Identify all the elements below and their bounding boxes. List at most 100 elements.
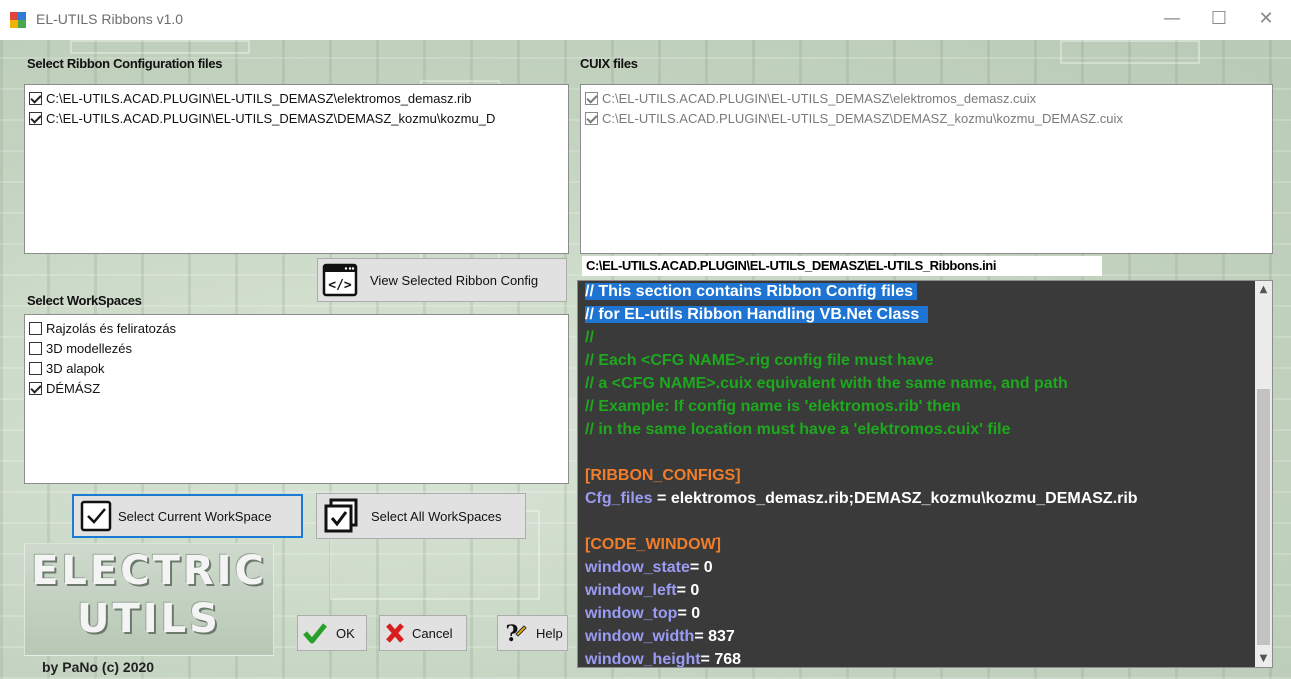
cancel-button[interactable]: Cancel xyxy=(379,615,467,651)
select-current-workspace-label: Select Current WorkSpace xyxy=(118,508,272,524)
ini-separator: = xyxy=(677,605,692,622)
circuit-decoration xyxy=(70,40,250,54)
svg-text:</>: </> xyxy=(328,278,352,293)
select-all-workspaces-button[interactable]: Select All WorkSpaces xyxy=(316,493,526,539)
ini-line xyxy=(578,511,1272,534)
list-item[interactable]: C:\EL-UTILS.ACAD.PLUGIN\EL-UTILS_DEMASZ\… xyxy=(25,88,568,108)
app-icon xyxy=(10,12,26,28)
view-ribbon-config-label: View Selected Ribbon Config xyxy=(370,272,539,288)
list-item[interactable]: DÉMÁSZ xyxy=(25,378,568,398)
electric-utils-logo: ELECTRIC UTILS xyxy=(24,543,274,656)
ini-value: 768 xyxy=(714,651,742,668)
list-item-text: Rajzolás és feliratozás xyxy=(46,320,177,336)
ini-value: elektromos_demasz.rib;DEMASZ_kozmu\kozmu… xyxy=(670,490,1138,507)
ini-line: window_state= 0 xyxy=(578,557,1272,580)
cancel-label: Cancel xyxy=(412,625,453,641)
multi-checkbox-icon xyxy=(324,498,358,533)
ini-separator: = xyxy=(676,582,691,599)
checkmark-icon xyxy=(303,623,327,644)
ini-comment: // This section contains Ribbon Config f… xyxy=(585,283,918,300)
ini-line: // Example: If config name is 'elektromo… xyxy=(578,396,1272,419)
logo-line-1: ELECTRIC xyxy=(31,548,267,594)
list-item[interactable]: 3D alapok xyxy=(25,358,568,378)
ini-comment: // Each <CFG NAME>.rig config file must … xyxy=(585,352,934,369)
scroll-down-icon[interactable]: ▼ xyxy=(1255,650,1272,667)
ini-line: Cfg_files = elektromos_demasz.rib;DEMASZ… xyxy=(578,488,1272,511)
ini-key: window_left xyxy=(585,582,677,599)
ini-file-path: C:\EL-UTILS.ACAD.PLUGIN\EL-UTILS_DEMASZ\… xyxy=(582,256,1102,276)
credit-text: by PaNo (c) 2020 xyxy=(42,659,155,675)
ini-key: window_height xyxy=(585,651,701,668)
client-area: Select Ribbon Configuration files C:\EL-… xyxy=(0,40,1291,679)
ini-value: 837 xyxy=(708,628,735,645)
checkbox-checked-icon xyxy=(80,500,112,532)
red-x-icon xyxy=(386,623,404,643)
ini-line: window_left= 0 xyxy=(578,580,1272,603)
ini-separator: = xyxy=(700,651,715,668)
ini-separator: = xyxy=(689,559,704,576)
ini-line: [RIBBON_CONFIGS] xyxy=(578,465,1272,488)
help-button[interactable]: ? Help xyxy=(497,615,568,651)
ini-line: // a <CFG NAME>.cuix equivalent with the… xyxy=(578,373,1272,396)
ini-line: window_width= 837 xyxy=(578,626,1272,649)
list-item[interactable]: Rajzolás és feliratozás xyxy=(25,318,568,338)
list-item-text: C:\EL-UTILS.ACAD.PLUGIN\EL-UTILS_DEMASZ\… xyxy=(46,110,496,126)
ini-line: // for EL-utils Ribbon Handling VB.Net C… xyxy=(578,304,1272,327)
help-question-icon: ? xyxy=(506,621,527,646)
checkbox-icon[interactable] xyxy=(29,341,42,355)
maximize-button[interactable]: ☐ xyxy=(1196,0,1242,40)
ini-value: 0 xyxy=(703,559,713,576)
ini-comment: // a <CFG NAME>.cuix equivalent with the… xyxy=(585,375,1068,392)
ini-section: [CODE_WINDOW] xyxy=(585,536,721,553)
ini-line: // This section contains Ribbon Config f… xyxy=(578,281,1272,304)
ok-button[interactable]: OK xyxy=(297,615,367,651)
logo-line-2: UTILS xyxy=(77,596,221,642)
ini-code-editor[interactable]: // This section contains Ribbon Config f… xyxy=(577,280,1273,668)
ini-value: 0 xyxy=(690,582,700,599)
checkbox-checked-icon[interactable] xyxy=(585,111,598,125)
ini-line: window_height= 768 xyxy=(578,649,1272,668)
ini-code-lines: // This section contains Ribbon Config f… xyxy=(578,281,1272,668)
ini-value: 0 xyxy=(691,605,701,622)
window-title: EL-UTILS Ribbons v1.0 xyxy=(36,11,184,27)
title-bar[interactable]: EL-UTILS Ribbons v1.0 — ☐ ✕ xyxy=(0,0,1291,40)
checkbox-icon[interactable] xyxy=(29,361,42,375)
view-ribbon-config-button[interactable]: </> View Selected Ribbon Config xyxy=(317,258,567,302)
close-button[interactable]: ✕ xyxy=(1243,0,1289,40)
list-item[interactable]: C:\EL-UTILS.ACAD.PLUGIN\EL-UTILS_DEMASZ\… xyxy=(581,108,1272,128)
select-current-workspace-button[interactable]: Select Current WorkSpace xyxy=(72,494,303,538)
ini-comment: // xyxy=(585,329,594,346)
list-item-text: DÉMÁSZ xyxy=(46,380,101,396)
scroll-up-icon[interactable]: ▲ xyxy=(1255,281,1272,298)
ini-line: [CODE_WINDOW] xyxy=(578,534,1272,557)
list-item-text: C:\EL-UTILS.ACAD.PLUGIN\EL-UTILS_DEMASZ\… xyxy=(46,90,472,106)
ini-line: window_top= 0 xyxy=(578,603,1272,626)
checkbox-checked-icon[interactable] xyxy=(29,91,42,105)
checkbox-checked-icon[interactable] xyxy=(29,381,42,395)
checkbox-checked-icon[interactable] xyxy=(585,91,598,105)
list-item-text: 3D modellezés xyxy=(46,340,132,356)
ini-line: // xyxy=(578,327,1272,350)
circuit-decoration xyxy=(1060,40,1200,64)
ini-line: // in the same location must have a 'ele… xyxy=(578,419,1272,442)
ok-label: OK xyxy=(336,625,355,641)
list-item[interactable]: 3D modellezés xyxy=(25,338,568,358)
minimize-button[interactable]: — xyxy=(1149,0,1195,40)
list-item[interactable]: C:\EL-UTILS.ACAD.PLUGIN\EL-UTILS_DEMASZ\… xyxy=(25,108,568,128)
select-all-workspaces-label: Select All WorkSpaces xyxy=(371,508,502,524)
ini-key: window_top xyxy=(585,605,678,622)
list-item[interactable]: C:\EL-UTILS.ACAD.PLUGIN\EL-UTILS_DEMASZ\… xyxy=(581,88,1272,108)
ini-comment: // for EL-utils Ribbon Handling VB.Net C… xyxy=(585,306,929,323)
scroll-thumb[interactable] xyxy=(1257,389,1270,645)
list-item-text: 3D alapok xyxy=(46,360,105,376)
editor-scrollbar[interactable]: ▲ ▼ xyxy=(1255,281,1272,667)
cuix-files-list[interactable]: C:\EL-UTILS.ACAD.PLUGIN\EL-UTILS_DEMASZ\… xyxy=(580,84,1273,254)
list-item-text: C:\EL-UTILS.ACAD.PLUGIN\EL-UTILS_DEMASZ\… xyxy=(602,90,1037,106)
ini-separator: = xyxy=(652,490,671,507)
checkbox-checked-icon[interactable] xyxy=(29,111,42,125)
checkbox-icon[interactable] xyxy=(29,321,42,335)
ribbon-files-list[interactable]: C:\EL-UTILS.ACAD.PLUGIN\EL-UTILS_DEMASZ\… xyxy=(24,84,569,254)
workspaces-list[interactable]: Rajzolás és feliratozás 3D modellezés 3D a… xyxy=(24,314,569,484)
workspaces-label: Select WorkSpaces xyxy=(27,293,142,308)
ini-line xyxy=(578,442,1272,465)
